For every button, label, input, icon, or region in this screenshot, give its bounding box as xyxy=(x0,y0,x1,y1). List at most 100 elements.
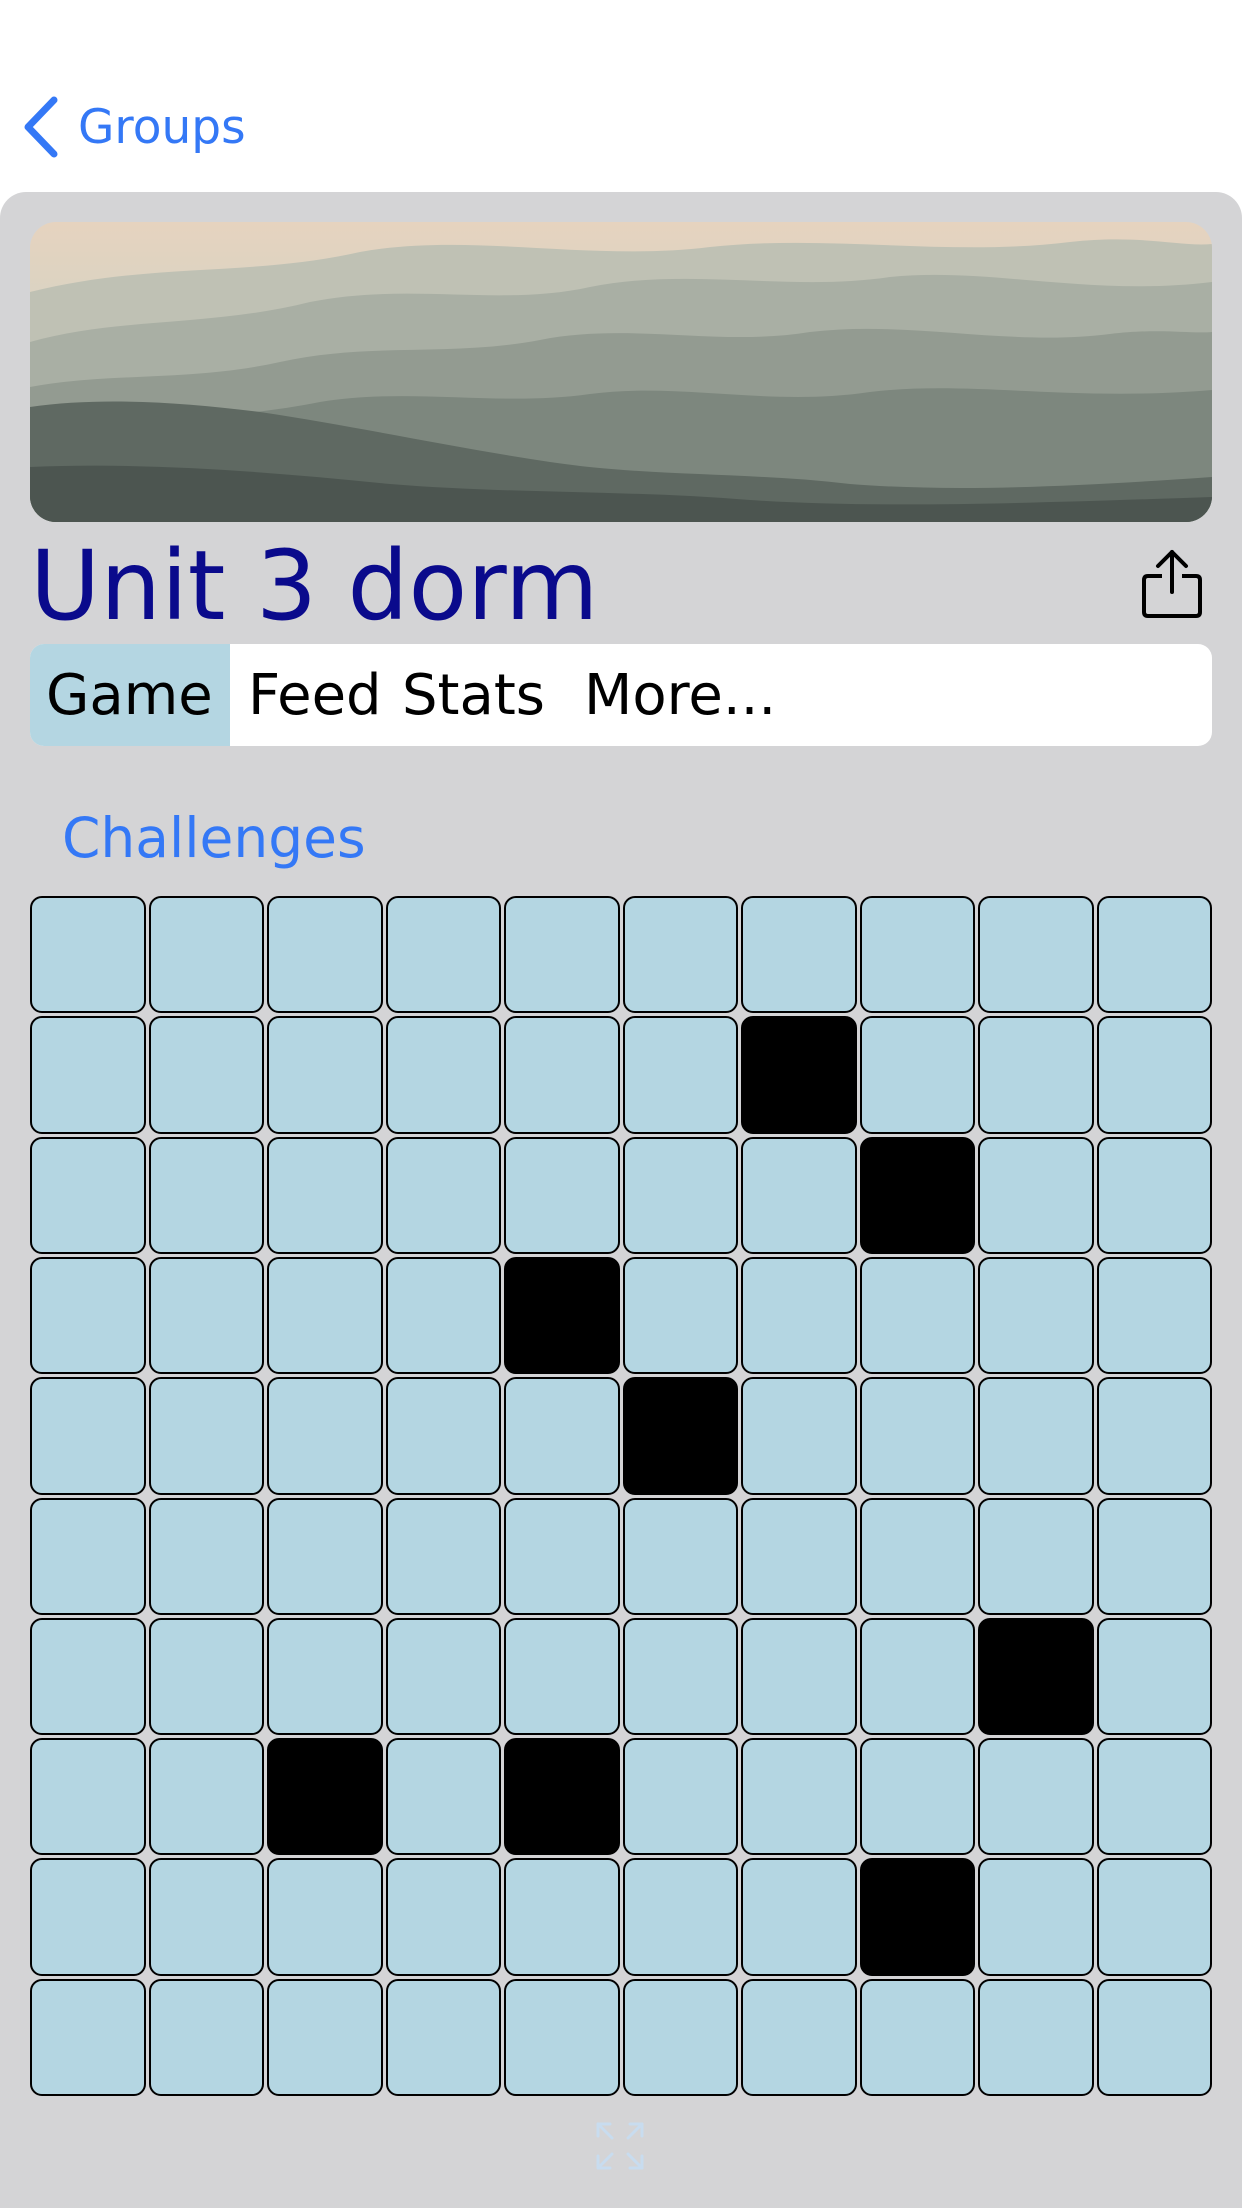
board-cell[interactable] xyxy=(978,1016,1094,1134)
board-cell[interactable] xyxy=(148,1978,264,2096)
board-cell[interactable] xyxy=(978,1256,1094,1375)
challenges-link[interactable]: Challenges xyxy=(62,800,366,876)
board-cell[interactable] xyxy=(385,1978,501,2096)
board-cell[interactable] xyxy=(504,1497,620,1615)
board-cell[interactable] xyxy=(30,896,146,1014)
board-cell[interactable] xyxy=(859,1256,975,1375)
board-cell[interactable] xyxy=(1096,1016,1212,1134)
board-cell[interactable] xyxy=(148,1136,264,1254)
board-cell[interactable] xyxy=(385,896,501,1014)
board-cell[interactable] xyxy=(1096,1377,1212,1495)
board-cell[interactable] xyxy=(385,1858,501,1976)
board-cell[interactable] xyxy=(741,1858,857,1976)
board-cell[interactable] xyxy=(741,1377,857,1495)
board-cell[interactable] xyxy=(148,1256,264,1375)
board-cell[interactable] xyxy=(622,1136,738,1254)
board-cell[interactable] xyxy=(30,1858,146,1976)
board-cell[interactable] xyxy=(385,1497,501,1615)
board-cell[interactable] xyxy=(1096,1978,1212,2096)
board-cell[interactable] xyxy=(504,1016,620,1134)
board-cell[interactable] xyxy=(504,896,620,1014)
board-cell[interactable] xyxy=(741,1136,857,1254)
board-cell[interactable] xyxy=(978,1738,1094,1856)
board-cell[interactable] xyxy=(978,896,1094,1014)
board-cell[interactable] xyxy=(741,1256,857,1375)
board-cell[interactable] xyxy=(148,1497,264,1615)
expand-button[interactable] xyxy=(594,2120,646,2172)
board-cell[interactable] xyxy=(504,1617,620,1736)
board-cell[interactable] xyxy=(30,1377,146,1495)
board-cell[interactable] xyxy=(741,1497,857,1615)
board-cell[interactable] xyxy=(385,1738,501,1856)
board-cell[interactable] xyxy=(859,1497,975,1615)
board-cell[interactable] xyxy=(267,1377,383,1495)
board-cell[interactable] xyxy=(504,1978,620,2096)
board-cell[interactable] xyxy=(622,896,738,1014)
board-cell[interactable] xyxy=(267,1136,383,1254)
board-cell[interactable] xyxy=(148,1016,264,1134)
board-cell[interactable] xyxy=(1096,1256,1212,1375)
board-cell-filled[interactable] xyxy=(859,1136,975,1254)
board-cell[interactable] xyxy=(267,1978,383,2096)
board-cell[interactable] xyxy=(385,1016,501,1134)
board-cell[interactable] xyxy=(30,1617,146,1736)
board-cell[interactable] xyxy=(30,1497,146,1615)
board-cell[interactable] xyxy=(741,1978,857,2096)
board-cell[interactable] xyxy=(148,896,264,1014)
share-button[interactable] xyxy=(1138,546,1206,622)
board-cell[interactable] xyxy=(267,1016,383,1134)
board-cell[interactable] xyxy=(504,1858,620,1976)
board-cell[interactable] xyxy=(148,1738,264,1856)
board-cell[interactable] xyxy=(859,896,975,1014)
board-cell-filled[interactable] xyxy=(622,1377,738,1495)
board-cell[interactable] xyxy=(30,1136,146,1254)
board-cell-filled[interactable] xyxy=(978,1617,1094,1736)
back-button[interactable]: Groups xyxy=(22,92,246,162)
board-cell[interactable] xyxy=(30,1256,146,1375)
board-cell[interactable] xyxy=(859,1617,975,1736)
board-cell[interactable] xyxy=(267,1256,383,1375)
board-cell[interactable] xyxy=(1096,1497,1212,1615)
board-cell[interactable] xyxy=(30,1738,146,1856)
board-cell[interactable] xyxy=(385,1136,501,1254)
board-cell-filled[interactable] xyxy=(504,1256,620,1375)
board-cell[interactable] xyxy=(622,1497,738,1615)
board-cell[interactable] xyxy=(622,1016,738,1134)
board-cell-filled[interactable] xyxy=(504,1738,620,1856)
board-cell[interactable] xyxy=(859,1978,975,2096)
board-cell[interactable] xyxy=(859,1016,975,1134)
tab-feed[interactable]: Feed xyxy=(230,644,396,746)
board-cell[interactable] xyxy=(978,1136,1094,1254)
board-cell[interactable] xyxy=(1096,896,1212,1014)
tab-game[interactable]: Game xyxy=(30,644,230,746)
board-cell-filled[interactable] xyxy=(267,1738,383,1856)
board-cell-filled[interactable] xyxy=(741,1016,857,1134)
board-cell[interactable] xyxy=(741,896,857,1014)
board-cell[interactable] xyxy=(1096,1738,1212,1856)
board-cell[interactable] xyxy=(504,1377,620,1495)
board-cell[interactable] xyxy=(30,1978,146,2096)
board-cell[interactable] xyxy=(978,1978,1094,2096)
tab-stats[interactable]: Stats xyxy=(396,644,576,746)
board-cell[interactable] xyxy=(1096,1617,1212,1736)
board-cell[interactable] xyxy=(267,1858,383,1976)
board-cell[interactable] xyxy=(1096,1136,1212,1254)
board-cell[interactable] xyxy=(385,1617,501,1736)
board-cell[interactable] xyxy=(148,1858,264,1976)
board-cell[interactable] xyxy=(385,1377,501,1495)
tab-more[interactable]: More... xyxy=(576,644,796,746)
board-cell[interactable] xyxy=(385,1256,501,1375)
board-cell[interactable] xyxy=(978,1497,1094,1615)
board-cell[interactable] xyxy=(622,1256,738,1375)
board-cell[interactable] xyxy=(978,1377,1094,1495)
board-cell-filled[interactable] xyxy=(859,1858,975,1976)
board-cell[interactable] xyxy=(622,1738,738,1856)
board-cell[interactable] xyxy=(978,1858,1094,1976)
board-cell[interactable] xyxy=(267,896,383,1014)
board-cell[interactable] xyxy=(859,1377,975,1495)
board-cell[interactable] xyxy=(30,1016,146,1134)
board-cell[interactable] xyxy=(741,1738,857,1856)
board-cell[interactable] xyxy=(741,1617,857,1736)
board-cell[interactable] xyxy=(148,1377,264,1495)
board-cell[interactable] xyxy=(148,1617,264,1736)
